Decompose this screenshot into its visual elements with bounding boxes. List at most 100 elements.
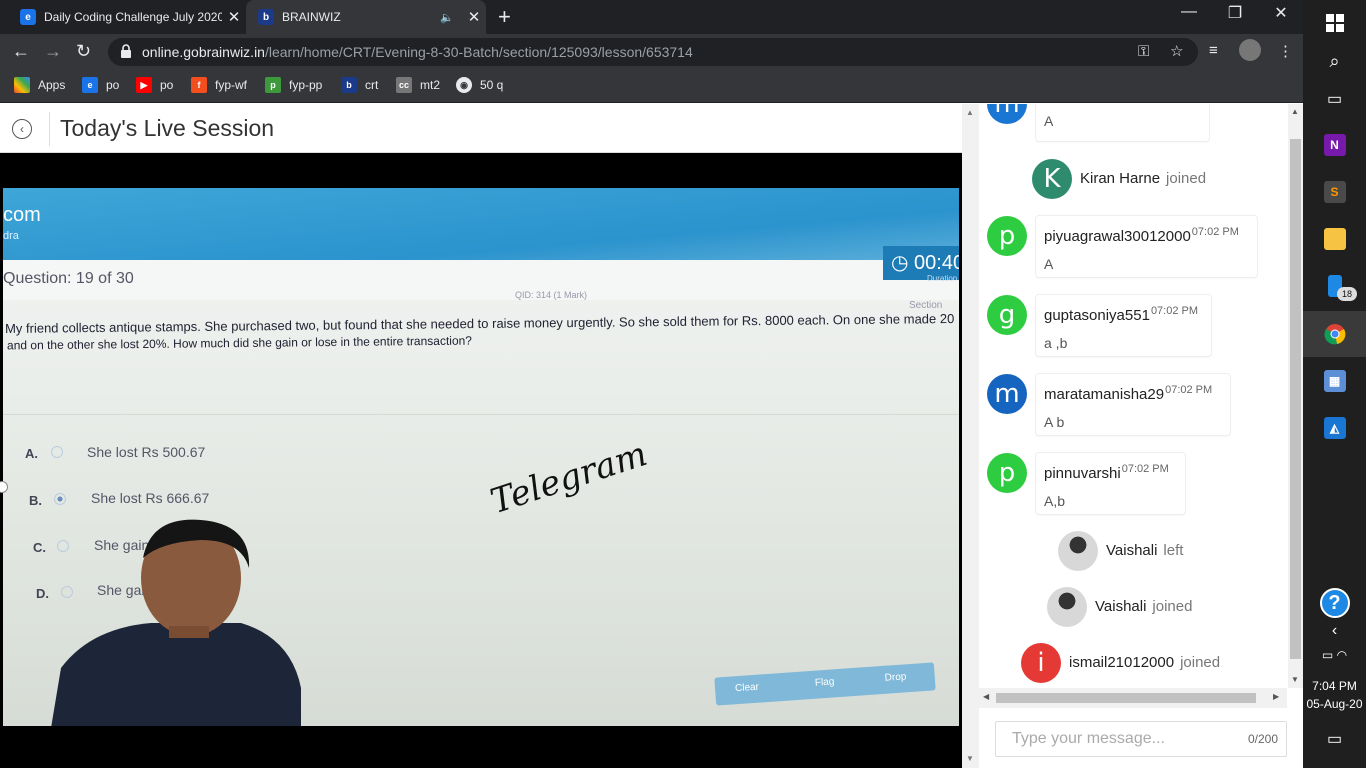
phone-app-icon[interactable]: 18 <box>1303 263 1366 309</box>
back-circle-icon[interactable]: ‹ <box>12 119 32 139</box>
chat-username-text: guptasoniya551 <box>1044 307 1150 324</box>
divider <box>3 414 959 415</box>
option-b-text: She lost Rs 666.67 <box>91 490 210 506</box>
close-tab-icon[interactable]: ✕ <box>462 8 486 26</box>
chat-time: 07:02 PM <box>1191 226 1239 238</box>
restore-button[interactable]: ❐ <box>1212 3 1258 23</box>
address-bar[interactable]: online.gobrainwiz.in/learn/home/CRT/Even… <box>108 38 1198 66</box>
bookmark-favicon-icon: p <box>265 77 281 93</box>
minimize-button[interactable]: — <box>1166 3 1212 21</box>
exam-footer-buttons: Clear Flag Drop <box>714 662 936 706</box>
drop-button-label: Drop <box>884 671 907 684</box>
chat-event: Vaishali left <box>1106 542 1183 559</box>
tab-daily-coding-challenge[interactable]: e Daily Coding Challenge July 2020 ✕ <box>8 0 246 34</box>
lock-icon <box>121 44 131 58</box>
forward-arrow-icon[interactable]: → <box>44 41 62 62</box>
back-arrow-icon[interactable]: ← <box>12 41 30 62</box>
clock-date[interactable]: 05-Aug-20 <box>1303 697 1366 711</box>
chat-event-name: Kiran Harne <box>1080 170 1161 187</box>
task-view-icon[interactable]: ▭ <box>1303 76 1366 122</box>
scrollbar-thumb[interactable] <box>1290 139 1301 659</box>
new-tab-button[interactable]: + <box>498 4 511 30</box>
star-icon[interactable]: ☆ <box>1170 42 1183 60</box>
chat-event-name: Vaishali <box>1106 542 1158 559</box>
bookmark-label: 50 q <box>480 78 504 92</box>
tab-title: Daily Coding Challenge July 2020 <box>44 10 222 24</box>
bookmark-label: po <box>160 78 174 92</box>
media-control-icon[interactable]: ≡ <box>1209 42 1218 59</box>
chat-username: maratamanisha2907:02 PM <box>1044 384 1212 403</box>
video-frame: com dra Question: 19 of 30 QID: 314 (1 M… <box>3 188 959 726</box>
bookmark-50q[interactable]: ◉ 50 q <box>456 77 503 93</box>
url-text: online.gobrainwiz.in/learn/home/CRT/Even… <box>142 44 693 60</box>
chat-message-text: A,b <box>1044 493 1066 509</box>
profile-avatar[interactable] <box>1239 39 1261 61</box>
live-video-player[interactable]: com dra Question: 19 of 30 QID: 314 (1 M… <box>0 153 962 768</box>
sublime-text-icon[interactable]: S <box>1303 169 1366 215</box>
bookmark-favicon-icon: cc <box>396 77 412 93</box>
chat-message-input[interactable] <box>996 722 1236 756</box>
chat-event-name: Vaishali <box>1095 598 1147 615</box>
chat-username-text: piyuagrawal30012000 <box>1044 228 1191 245</box>
character-counter: 0/200 <box>1247 732 1278 746</box>
tab-favicon: b <box>258 9 274 25</box>
clock-time[interactable]: 7:04 PM <box>1303 679 1366 693</box>
bookmark-mt2[interactable]: cc mt2 <box>396 77 440 93</box>
question-bar <box>3 260 959 300</box>
chat-message-text: A b <box>1044 414 1065 430</box>
chat-username: piyuagrawal3001200007:02 PM <box>1044 226 1239 245</box>
scrollbar-thumb[interactable] <box>996 693 1256 703</box>
scroll-up-arrow-icon[interactable]: ▲ <box>966 108 974 117</box>
reload-icon[interactable]: ↻ <box>76 41 91 62</box>
chat-time: 07:02 PM <box>1165 384 1213 396</box>
scroll-down-arrow-icon[interactable]: ▼ <box>966 754 974 763</box>
question-text-line2: and on the other she lost 20%. How much … <box>6 333 473 353</box>
globe-icon: ◉ <box>456 77 472 93</box>
onenote-icon[interactable]: N <box>1303 122 1366 168</box>
scroll-down-arrow-icon[interactable]: ▼ <box>1291 675 1299 684</box>
page-title: Today's Live Session <box>60 115 275 141</box>
close-window-button[interactable]: ✕ <box>1258 3 1304 23</box>
action-center-icon[interactable]: ▭ <box>1303 716 1366 762</box>
browser-toolbar: ← → ↻ online.gobrainwiz.in/learn/home/CR… <box>0 34 1303 70</box>
chat-message: guptasoniya55107:02 PM a ,b <box>1035 294 1212 357</box>
chat-message: piyuagrawal3001200007:02 PM A <box>1035 215 1258 278</box>
bookmark-crt[interactable]: b crt <box>341 77 378 93</box>
photos-icon[interactable]: ◭ <box>1303 405 1366 451</box>
bookmark-fyp-pp[interactable]: p fyp-pp <box>265 77 322 93</box>
chat-horizontal-scrollbar[interactable]: ◀ ▶ <box>979 688 1287 708</box>
tab-strip: e Daily Coding Challenge July 2020 ✕ b B… <box>0 0 1303 34</box>
bookmark-apps[interactable]: Apps <box>14 77 65 93</box>
chat-avatar: i <box>1021 643 1061 683</box>
scroll-right-arrow-icon[interactable]: ▶ <box>1273 692 1279 701</box>
bookmark-fyp-wf[interactable]: f fyp-wf <box>191 77 247 93</box>
youtube-icon: ▶ <box>136 77 152 93</box>
battery-wifi-icon[interactable]: ▭ ◠ <box>1303 632 1366 678</box>
close-tab-icon[interactable]: ✕ <box>222 8 246 26</box>
chat-avatar: m <box>987 104 1027 124</box>
speaker-icon[interactable]: 🔈 <box>440 11 454 24</box>
bookmark-favicon-icon: e <box>82 77 98 93</box>
chat-vertical-scrollbar[interactable]: ▲ ▼ <box>1288 104 1303 688</box>
option-b-letter: B. <box>29 493 42 508</box>
scroll-left-arrow-icon[interactable]: ◀ <box>983 692 989 701</box>
bookmark-label: fyp-pp <box>289 78 323 92</box>
tab-brainwiz[interactable]: b BRAINWIZ 🔈 ✕ <box>246 0 486 34</box>
chrome-icon[interactable] <box>1303 311 1366 357</box>
brainwiz-icon: b <box>341 77 357 93</box>
bookmark-po-2[interactable]: ▶ po <box>136 77 173 93</box>
scroll-up-arrow-icon[interactable]: ▲ <box>1291 107 1299 116</box>
url-path: /learn/home/CRT/Evening-8-30-Batch/secti… <box>264 44 693 60</box>
exam-brand: com <box>3 204 41 226</box>
chat-time: 07:02 PM <box>1121 463 1169 475</box>
timer-value: 00:40 <box>914 252 959 274</box>
notification-badge: 18 <box>1337 287 1357 301</box>
menu-dots-icon[interactable]: ⋮ <box>1278 42 1293 60</box>
key-icon[interactable]: ⚿ <box>1138 43 1149 60</box>
bookmark-po-1[interactable]: e po <box>82 77 119 93</box>
page-scrollbar[interactable]: ▲ ▼ <box>962 104 979 768</box>
chat-time: 07:02 PM <box>1150 305 1199 317</box>
file-explorer-icon[interactable] <box>1303 216 1366 262</box>
bookmark-label: Apps <box>38 78 66 92</box>
calculator-icon[interactable]: ▦ <box>1303 358 1366 404</box>
